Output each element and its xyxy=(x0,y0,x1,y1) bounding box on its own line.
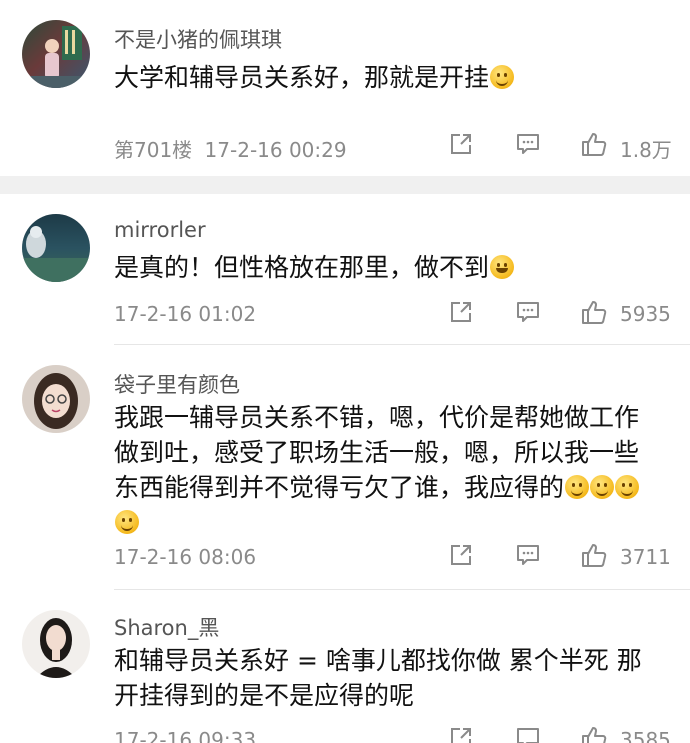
comment-text-body: 东西能得到并不觉得亏欠了谁，我应得的 xyxy=(114,473,565,502)
comment-actions: 5935 xyxy=(0,298,690,328)
comment-actions: 1.8万 xyxy=(0,130,690,162)
comment-text: 是真的！但性格放在那里，做不到 xyxy=(114,250,674,285)
smile-emoji-icon xyxy=(590,475,615,499)
username[interactable]: Sharon_黑 xyxy=(114,612,219,642)
thumbs-up-icon[interactable] xyxy=(580,298,608,326)
laughing-emoji-icon xyxy=(490,255,515,279)
username[interactable]: 不是小猪的佩琪琪 xyxy=(114,24,282,54)
comment-item: Sharon_黑 和辅导员关系好 = 啥事儿都找你做 累个半死 那 开挂得到的是… xyxy=(0,590,690,743)
comment-item: mirrorler 是真的！但性格放在那里，做不到 17-2-16 01:02 … xyxy=(0,194,690,344)
hug-emoji-icon xyxy=(490,65,515,89)
comment-icon[interactable] xyxy=(514,724,542,743)
comment-text-line: 做到吐，感受了职场生活一般，嗯，所以我一些 xyxy=(114,438,640,467)
comment-text-body: 是真的！但性格放在那里，做不到 xyxy=(114,253,490,282)
comment-item: 不是小猪的佩琪琪 大学和辅导员关系好，那就是开挂 第701楼 17-2-16 0… xyxy=(0,0,690,176)
avatar-image xyxy=(22,26,90,88)
avatar[interactable] xyxy=(22,20,90,88)
comment-icon[interactable] xyxy=(514,298,542,326)
comment-actions: 3711 xyxy=(0,541,690,571)
thumbs-up-icon[interactable] xyxy=(580,130,608,158)
smile-emoji-icon xyxy=(115,510,139,534)
avatar[interactable] xyxy=(22,610,90,678)
comment-actions: 3585 xyxy=(0,724,690,743)
comment-text-line: 东西能得到并不觉得亏欠了谁，我应得的 xyxy=(114,470,674,505)
share-icon[interactable] xyxy=(447,130,475,158)
like-count: 3585 xyxy=(620,728,671,743)
avatar-image xyxy=(36,618,76,678)
username[interactable]: mirrorler xyxy=(114,218,206,242)
comment-text: 和辅导员关系好 = 啥事儿都找你做 累个半死 那 开挂得到的是不是应得的呢 xyxy=(114,643,674,713)
comment-text-body: 大学和辅导员关系好，那就是开挂 xyxy=(114,63,490,92)
share-icon[interactable] xyxy=(447,724,475,743)
smile-emoji-icon xyxy=(615,475,640,499)
avatar-image xyxy=(34,373,78,429)
comment-feed: 不是小猪的佩琪琪 大学和辅导员关系好，那就是开挂 第701楼 17-2-16 0… xyxy=(0,0,690,743)
like-count: 1.8万 xyxy=(620,138,672,162)
avatar-image xyxy=(22,226,90,282)
comment-icon[interactable] xyxy=(514,541,542,569)
share-icon[interactable] xyxy=(447,541,475,569)
thumbs-up-icon[interactable] xyxy=(580,724,608,743)
share-icon[interactable] xyxy=(447,298,475,326)
avatar[interactable] xyxy=(22,365,90,433)
thumbs-up-icon[interactable] xyxy=(580,541,608,569)
comment-text-line: 开挂得到的是不是应得的呢 xyxy=(114,681,415,710)
like-count: 3711 xyxy=(620,545,671,569)
like-count: 5935 xyxy=(620,302,671,326)
comment-item: 袋子里有颜色 我跟一辅导员关系不错，嗯，代价是帮她做工作 做到吐，感受了职场生活… xyxy=(0,345,690,585)
comment-text: 大学和辅导员关系好，那就是开挂 xyxy=(114,60,674,95)
comment-icon[interactable] xyxy=(514,130,542,158)
comment-text-line xyxy=(114,505,674,540)
smile-emoji-icon xyxy=(565,475,590,499)
comment-text-line: 和辅导员关系好 = 啥事儿都找你做 累个半死 那 xyxy=(114,646,642,675)
comment-text-line: 我跟一辅导员关系不错，嗯，代价是帮她做工作 xyxy=(114,403,640,432)
username[interactable]: 袋子里有颜色 xyxy=(114,369,240,399)
section-divider xyxy=(0,176,690,194)
comment-text: 我跟一辅导员关系不错，嗯，代价是帮她做工作 做到吐，感受了职场生活一般，嗯，所以… xyxy=(114,400,674,540)
avatar[interactable] xyxy=(22,214,90,282)
